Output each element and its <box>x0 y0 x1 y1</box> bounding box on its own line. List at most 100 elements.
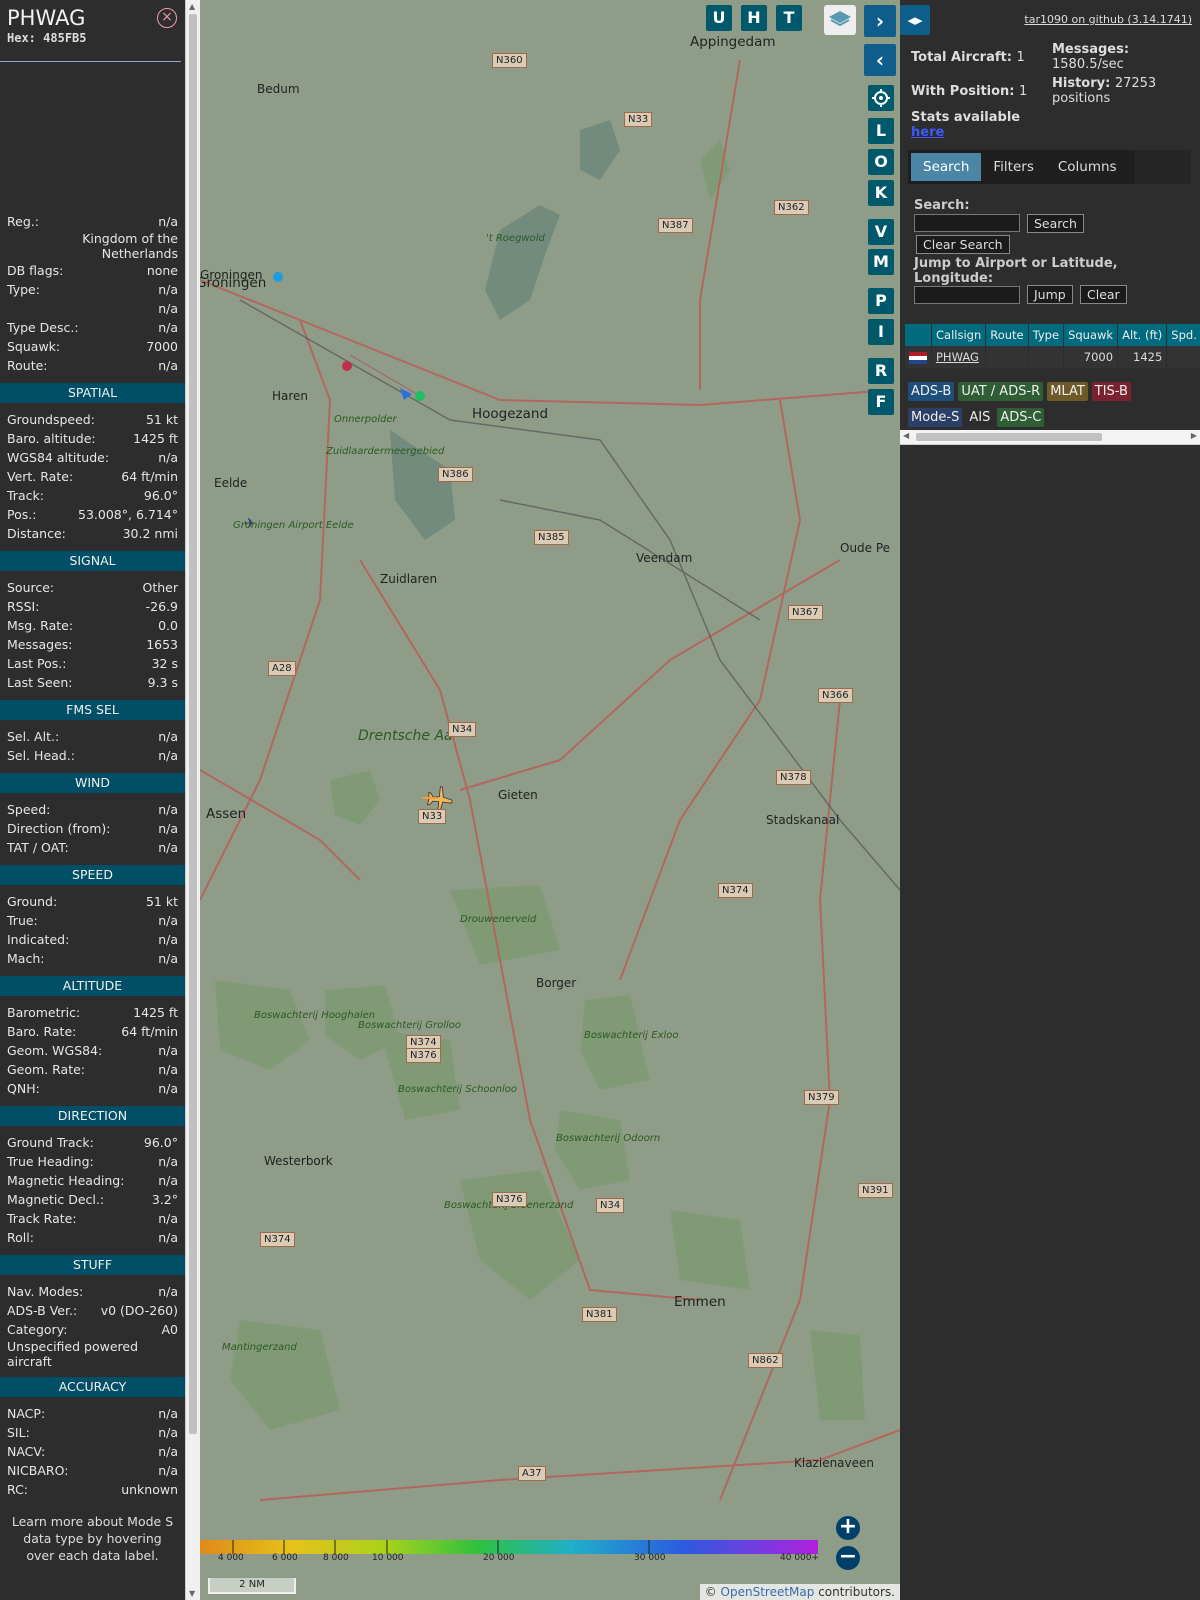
jump-input[interactable] <box>914 286 1020 304</box>
alt-tick: 30 000 <box>634 1553 666 1563</box>
info-row: Type: n/a <box>0 280 185 299</box>
info-row-label: Distance: <box>7 526 66 541</box>
scrollbar-thumb[interactable] <box>189 14 197 1434</box>
toggle-r-button[interactable]: R <box>868 358 894 384</box>
info-row-label: Geom. WGS84: <box>7 1043 103 1058</box>
info-row-label: NICBARO: <box>7 1463 69 1478</box>
info-row-value: n/a <box>158 282 178 297</box>
info-row-value: unknown <box>121 1482 178 1497</box>
column-header[interactable]: Callsign <box>931 324 987 346</box>
info-row-label: Last Seen: <box>7 675 73 690</box>
info-row-value: n/a <box>158 358 178 373</box>
info-row-value: 1425 ft <box>133 1005 178 1020</box>
info-row-label: Baro. altitude: <box>7 431 96 446</box>
toggle-m-button[interactable]: M <box>868 249 894 275</box>
scroll-left-icon[interactable]: ◀ <box>903 431 909 440</box>
info-row-value: n/a <box>158 1284 178 1299</box>
toggle-h-button[interactable]: H <box>741 5 767 31</box>
column-header[interactable]: Alt. (ft) <box>1117 324 1168 346</box>
info-row: Squawk: 7000 <box>0 337 185 356</box>
cell-spd <box>1166 346 1200 368</box>
stats-available: Stats available here <box>911 110 1021 140</box>
messages-stat: Messages: 1580.5/sec <box>1052 42 1130 72</box>
alt-tick: 6 000 <box>272 1553 298 1563</box>
toggle-k-button[interactable]: K <box>868 180 894 206</box>
cell-squawk: 7000 <box>1063 346 1119 368</box>
toggle-f-button[interactable]: F <box>868 389 894 415</box>
nav-back-button[interactable]: ‹ <box>864 44 896 76</box>
info-row: Barometric: 1425 ft <box>0 1003 185 1022</box>
toggle-u-button[interactable]: U <box>706 5 732 31</box>
cell-route <box>985 346 1029 368</box>
alt-tick: 10 000 <box>372 1553 404 1563</box>
toggle-o-button[interactable]: O <box>868 149 894 175</box>
close-icon[interactable]: × <box>157 8 177 28</box>
clear-jump-button[interactable]: Clear <box>1080 285 1127 304</box>
info-row-value: 1425 ft <box>133 431 178 446</box>
info-row: NACP: n/a <box>0 1404 185 1423</box>
toggle-i-button[interactable]: I <box>868 319 894 345</box>
toggle-t-button[interactable]: T <box>776 5 802 31</box>
map-canvas[interactable]: ✈ Appingedam Bedum Groningen Haren Hoogezand… <box>200 0 900 1600</box>
info-row: Baro. altitude: 1425 ft <box>0 429 185 448</box>
column-header[interactable] <box>905 324 932 346</box>
toggle-l-button[interactable]: L <box>868 118 894 144</box>
road-shield: N33 <box>418 809 447 824</box>
column-header[interactable]: Type <box>1028 324 1065 346</box>
info-row: Roll: n/a <box>0 1228 185 1247</box>
info-row: Messages: 1653 <box>0 635 185 654</box>
scroll-down-icon[interactable]: ▼ <box>189 1589 195 1598</box>
gear-icon[interactable] <box>868 85 894 111</box>
search-input[interactable] <box>914 214 1020 232</box>
scrollbar-thumb[interactable] <box>916 433 1102 441</box>
tab-columns[interactable]: Columns <box>1046 150 1129 184</box>
tab-filters[interactable]: Filters <box>981 150 1045 184</box>
map-place-label: Groningen Airport Eelde <box>233 520 354 531</box>
map-base-layer: ✈ <box>200 0 900 1600</box>
info-row-value: n/a <box>158 840 178 855</box>
column-header[interactable]: Spd. <box>1166 324 1200 346</box>
scroll-up-icon[interactable]: ▲ <box>189 2 195 11</box>
stats-here-link[interactable]: here <box>911 125 944 140</box>
clear-search-button[interactable]: Clear Search <box>916 235 1010 254</box>
road-shield: N374 <box>718 883 753 898</box>
cell-callsign[interactable]: PHWAG <box>931 346 987 368</box>
map-place-label: Zuidlaardermeergebied <box>326 446 445 457</box>
table-horizontal-scrollbar[interactable]: ◀ ▶ <box>900 430 1200 445</box>
info-row-value: n/a <box>158 951 178 966</box>
toggle-p-button[interactable]: P <box>868 288 894 314</box>
table-row[interactable]: PHWAG 7000 1425 <box>905 346 1200 368</box>
search-button[interactable]: Search <box>1027 214 1084 233</box>
info-row: Mach: n/a <box>0 949 185 968</box>
attribution-suffix: contributors. <box>818 1585 895 1599</box>
tab-search[interactable]: Search <box>911 153 982 181</box>
info-row-value: 51 kt <box>145 894 178 909</box>
tab-extra[interactable] <box>1135 150 1191 184</box>
map-place-label: Assen <box>206 806 247 822</box>
info-row-label: RSSI: <box>7 599 40 614</box>
jump-button[interactable]: Jump <box>1027 285 1073 304</box>
info-row: Ground: 51 kt <box>0 892 185 911</box>
flag-cell <box>905 346 932 368</box>
info-row-label: Speed: <box>7 802 51 817</box>
info-row-label: Ground Track: <box>7 1135 94 1150</box>
info-panel-scrollbar[interactable]: ▲ ▼ <box>185 0 200 1600</box>
expand-collapse-icon[interactable]: ◂▸ <box>900 5 930 35</box>
column-header[interactable]: Squawk <box>1063 324 1119 346</box>
toggle-v-button[interactable]: V <box>868 219 894 245</box>
nav-forward-button[interactable]: › <box>864 5 896 37</box>
info-row: Track Rate: n/a <box>0 1209 185 1228</box>
zoom-in-button[interactable]: + <box>836 1516 860 1540</box>
cell-type <box>1028 346 1065 368</box>
info-row: Vert. Rate: 64 ft/min <box>0 467 185 486</box>
osm-link[interactable]: OpenStreetMap <box>721 1585 815 1599</box>
info-row: SIL: n/a <box>0 1423 185 1442</box>
history-stat: History: 27253 positions <box>1052 76 1157 106</box>
source-legend: ADS-B UAT / ADS-R MLAT TIS-B Mode-S AIS ADS-C <box>908 380 1198 432</box>
column-header[interactable]: Route <box>985 324 1029 346</box>
alt-tick: 20 000 <box>483 1553 515 1563</box>
info-row: Sel. Head.: n/a <box>0 746 185 765</box>
scroll-right-icon[interactable]: ▶ <box>1191 431 1197 440</box>
github-link[interactable]: tar1090 on github (3.14.1741) <box>1024 13 1192 26</box>
layers-icon[interactable] <box>824 5 856 35</box>
